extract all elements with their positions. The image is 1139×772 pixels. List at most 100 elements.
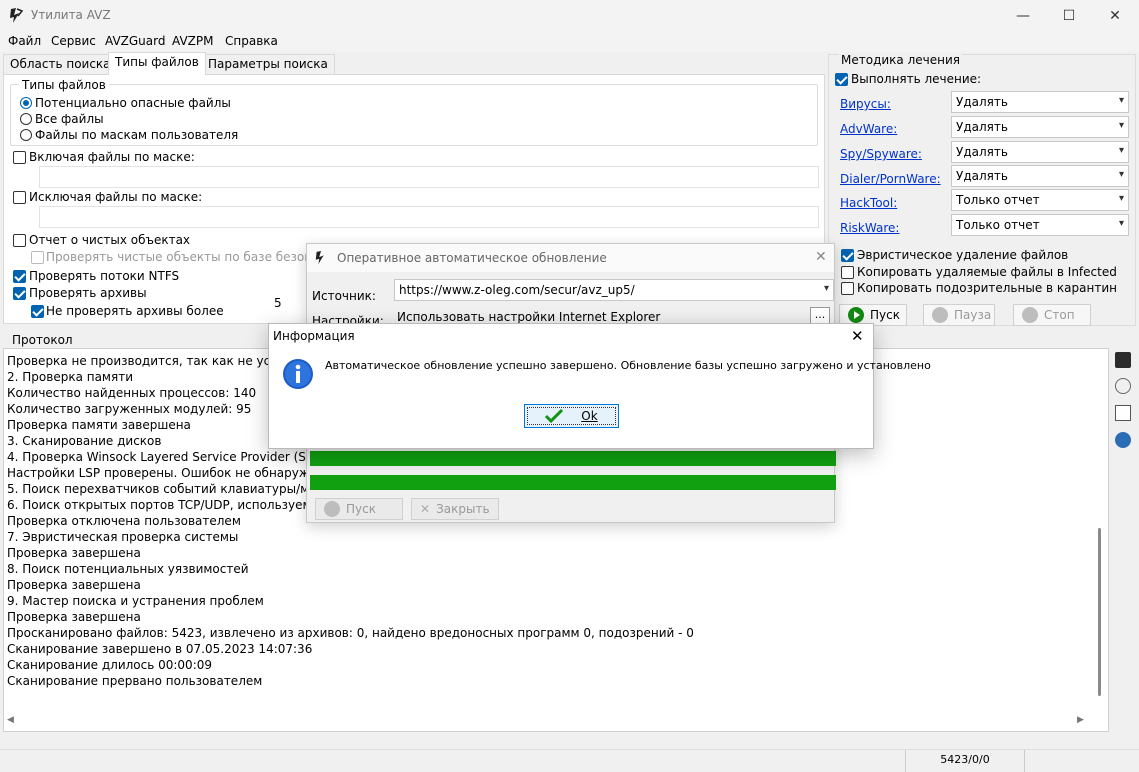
- check-clean-db-label: Проверять чистые объекты по базе безопас: [46, 250, 327, 264]
- check-archives-checkbox[interactable]: [13, 287, 26, 300]
- log-line: Просканировано файлов: 5423, извлечено и…: [7, 626, 694, 640]
- update-close-label: Закрыть: [436, 502, 490, 516]
- info-dialog: Информация ✕ Автоматическое обновление у…: [268, 323, 931, 449]
- play-icon: [848, 307, 864, 323]
- spyware-select[interactable]: Удалять ▾: [951, 141, 1129, 163]
- play-icon: [324, 501, 340, 517]
- update-dialog-title: Оперативное автоматическое обновление: [337, 251, 607, 265]
- ok-button[interactable]: Ok: [524, 404, 619, 428]
- vertical-scroll-thumb[interactable]: [1098, 528, 1101, 696]
- exclude-mask-checkbox[interactable]: [13, 191, 26, 204]
- link-spyware[interactable]: Spy/Spyware:: [840, 147, 922, 161]
- log-line: Сканирование длилось 00:00:09: [7, 658, 213, 672]
- log-line: Проверка завершена: [7, 610, 141, 624]
- chevron-down-icon: ▾: [1118, 120, 1124, 131]
- menu-service[interactable]: Сервис: [51, 34, 96, 48]
- report-clean-label: Отчет о чистых объектах: [29, 233, 191, 247]
- link-viruses[interactable]: Вирусы:: [840, 97, 891, 111]
- chevron-down-icon: ▾: [1118, 145, 1124, 156]
- link-riskware[interactable]: RiskWare:: [840, 221, 899, 235]
- close-button[interactable]: ✕: [1092, 0, 1138, 32]
- file-types-legend: Типы файлов: [19, 78, 109, 92]
- check-ntfs-label: Проверять потоки NTFS: [29, 269, 180, 283]
- menu-avzpm[interactable]: AVZPM: [172, 34, 213, 48]
- maximize-button[interactable]: ☐: [1046, 0, 1092, 32]
- document-icon[interactable]: [1115, 405, 1131, 421]
- skip-archives-checkbox[interactable]: [31, 305, 44, 318]
- info-dialog-titlebar: Информация ✕: [269, 324, 873, 350]
- tab-search-area[interactable]: Область поиска: [3, 54, 118, 74]
- report-clean-checkbox[interactable]: [13, 234, 26, 247]
- tab-search-params[interactable]: Параметры поиска: [201, 54, 335, 74]
- hacktool-select[interactable]: Только отчет ▾: [951, 189, 1129, 211]
- perform-cure-checkbox[interactable]: [835, 73, 848, 86]
- dialer-select[interactable]: Удалять ▾: [951, 165, 1129, 187]
- log-line: Проверка завершена: [7, 546, 141, 560]
- menu-avzguard[interactable]: AVZGuard: [105, 34, 165, 48]
- close-icon[interactable]: ✕: [815, 249, 827, 265]
- radio-user-mask-label: Файлы по маскам пользователя: [35, 128, 239, 142]
- heuristic-label: Эвристическое удаление файлов: [857, 248, 1069, 262]
- ok-label: Ok: [581, 409, 598, 423]
- scroll-right-icon[interactable]: ▶: [1077, 715, 1084, 725]
- riskware-select[interactable]: Только отчет ▾: [951, 214, 1129, 236]
- advware-select[interactable]: Удалять ▾: [951, 116, 1129, 138]
- viruses-select[interactable]: Удалять ▾: [951, 91, 1129, 113]
- copy-deleted-checkbox[interactable]: [841, 266, 854, 279]
- progress-bar-2: [310, 475, 836, 490]
- exclude-mask-label: Исключая файлы по маске:: [29, 190, 203, 204]
- update-start-button[interactable]: Пуск: [315, 498, 403, 520]
- radio-dangerous-files[interactable]: [20, 97, 32, 109]
- heuristic-checkbox[interactable]: [841, 249, 854, 262]
- stop-label: Стоп: [1044, 308, 1075, 322]
- progress-bar-1: [310, 451, 836, 466]
- info-message: Автоматическое обновление успешно заверш…: [325, 359, 931, 372]
- close-icon: ✕: [1109, 8, 1121, 24]
- pause-label: Пауза: [954, 308, 992, 322]
- window-title: Утилита AVZ: [31, 8, 111, 22]
- chevron-down-icon: ▾: [1118, 218, 1124, 229]
- exclude-mask-input[interactable]: [39, 206, 819, 228]
- include-mask-checkbox[interactable]: [13, 151, 26, 164]
- source-select-value: https://www.z-oleg.com/secur/avz_up5/: [399, 283, 635, 297]
- spyware-select-value: Удалять: [956, 145, 1008, 159]
- status-bar: 5423/0/0: [0, 749, 1139, 772]
- copy-suspicious-checkbox[interactable]: [841, 282, 854, 295]
- check-ntfs-checkbox[interactable]: [13, 270, 26, 283]
- globe-icon[interactable]: [1115, 432, 1131, 448]
- glasses-icon[interactable]: [1115, 378, 1131, 394]
- source-select[interactable]: https://www.z-oleg.com/secur/avz_up5/ ▾: [394, 279, 834, 301]
- link-advware[interactable]: AdvWare:: [840, 122, 897, 136]
- archive-size-input[interactable]: 5: [274, 296, 282, 310]
- minimize-button[interactable]: —: [1000, 0, 1046, 32]
- include-mask-input[interactable]: [39, 166, 819, 188]
- stop-button[interactable]: Стоп: [1013, 304, 1091, 326]
- log-line: 8. Поиск потенциальных уязвимостей: [7, 562, 249, 576]
- radio-user-mask[interactable]: [20, 129, 32, 141]
- dialer-select-value: Удалять: [956, 169, 1008, 183]
- pause-button[interactable]: Пауза: [923, 304, 995, 326]
- menu-help[interactable]: Справка: [225, 34, 278, 48]
- link-hacktool[interactable]: HackTool:: [840, 196, 897, 210]
- close-icon[interactable]: ✕: [851, 327, 864, 345]
- chevron-down-icon: ▾: [1118, 193, 1124, 204]
- chevron-down-icon: ▾: [1118, 169, 1124, 180]
- perform-cure-label: Выполнять лечение:: [851, 72, 982, 86]
- log-line: Сканирование завершено в 07.05.2023 14:0…: [7, 642, 313, 656]
- copy-deleted-label: Копировать удаляемые файлы в Infected: [857, 265, 1117, 279]
- settings-value: Использовать настройки Internet Explorer: [397, 310, 661, 324]
- link-dialer[interactable]: Dialer/PornWare:: [840, 172, 941, 186]
- menu-file[interactable]: Файл: [8, 34, 41, 48]
- tab-file-types[interactable]: Типы файлов: [108, 52, 206, 75]
- info-icon: [283, 359, 313, 389]
- radio-all-files[interactable]: [20, 113, 32, 125]
- horizontal-scrollbar[interactable]: ◀ ▶: [3, 713, 1091, 731]
- pause-icon: [932, 307, 948, 323]
- scroll-left-icon[interactable]: ◀: [7, 715, 14, 725]
- menu-bar: Файл Сервис AVZGuard AVZPM Справка: [0, 32, 1139, 52]
- check-clean-db-checkbox[interactable]: [31, 251, 44, 264]
- update-close-button[interactable]: ✕ Закрыть: [411, 498, 499, 520]
- save-icon[interactable]: [1115, 352, 1131, 368]
- copy-suspicious-label: Копировать подозрительные в карантин: [857, 281, 1117, 295]
- close-x-icon: ✕: [420, 502, 431, 516]
